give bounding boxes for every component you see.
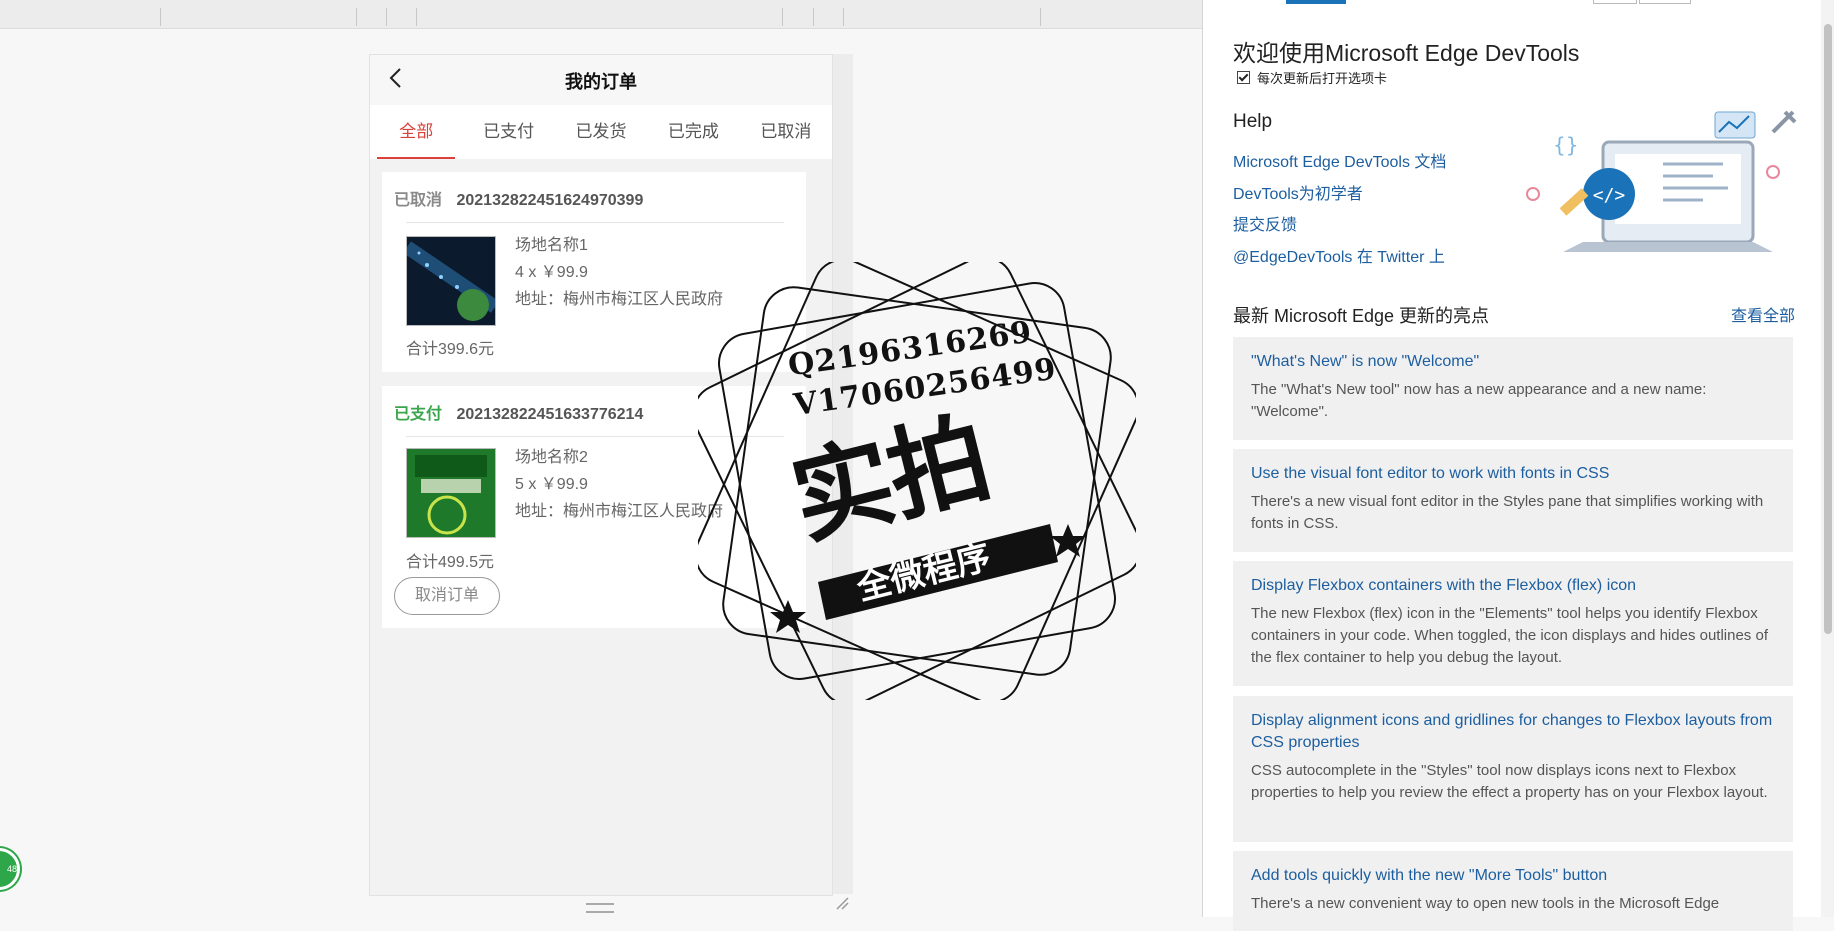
tab-all[interactable]: 全部 [370, 105, 462, 159]
venue-name: 场地名称2 [515, 449, 588, 466]
order-total: 合计399.6元 [406, 341, 495, 358]
qty-price: 5 x ￥99.9 [515, 476, 588, 493]
divider [406, 222, 784, 223]
ruler-tick [843, 8, 844, 26]
order-tabs: 全部 已支付 已发货 已完成 已取消 [370, 105, 832, 159]
device-toolbar-ruler [0, 0, 1202, 29]
devtools-illustration: </> {} [1526, 110, 1797, 252]
order-number: 202132822451633776214 [456, 406, 644, 423]
floating-badge[interactable]: 48 [0, 848, 20, 890]
venue-thumbnail [406, 236, 496, 326]
page-title: 我的订单 [565, 72, 637, 92]
see-all-link[interactable]: 查看全部 [1731, 302, 1795, 326]
news-card-body: The "What's New tool" now has a new appe… [1251, 381, 1707, 420]
welcome-title: 欢迎使用Microsoft Edge DevTools [1233, 40, 1580, 66]
order-card[interactable]: 已支付 202132822451633776214 场地名称2 5 x ￥99.… [382, 386, 806, 628]
cancel-order-button[interactable]: 取消订单 [394, 577, 500, 615]
checkbox-icon[interactable] [1237, 71, 1250, 84]
tab-completed[interactable]: 已完成 [647, 105, 739, 159]
news-card-title[interactable]: Display alignment icons and gridlines fo… [1251, 710, 1777, 754]
news-card-body: CSS autocomplete in the "Styles" tool no… [1251, 762, 1768, 801]
news-card[interactable]: Use the visual font editor to work with … [1233, 449, 1793, 552]
svg-text:</>: </> [1593, 185, 1626, 206]
venue-address: 地址：梅州市梅江区人民政府 [515, 291, 724, 308]
ruler-tick [1040, 8, 1041, 26]
mobile-viewport: 我的订单 全部 已支付 已发货 已完成 已取消 已取消 202132822451… [369, 54, 833, 896]
ruler-tick [782, 8, 783, 26]
toolbar-control[interactable] [1593, 0, 1637, 4]
devtools-panel: 欢迎使用Microsoft Edge DevTools 每次更新后打开选项卡 H… [1202, 0, 1834, 931]
news-card-body: There's a new convenient way to open new… [1251, 895, 1720, 912]
resize-handle[interactable] [586, 903, 614, 913]
news-card-body: There's a new visual font editor in the … [1251, 493, 1764, 532]
ruler-tick [160, 8, 161, 26]
qty-price: 4 x ￥99.9 [515, 264, 588, 281]
checkbox-label: 每次更新后打开选项卡 [1257, 71, 1388, 86]
help-heading: Help [1233, 111, 1273, 132]
news-card-title[interactable]: Display Flexbox containers with the Flex… [1251, 575, 1777, 597]
ruler-tick [356, 8, 357, 26]
link-feedback[interactable]: 提交反馈 [1233, 211, 1297, 235]
order-total: 合计499.5元 [406, 554, 495, 571]
resize-corner-icon[interactable] [835, 896, 849, 910]
tab-shipped[interactable]: 已发货 [555, 105, 647, 159]
order-item-info: 场地名称1 4 x ￥99.9 地址：梅州市梅江区人民政府 [515, 232, 723, 313]
link-devtools-beginners[interactable]: DevTools为初学者 [1233, 180, 1363, 204]
news-card-title[interactable]: Use the visual font editor to work with … [1251, 463, 1777, 485]
ruler-tick [386, 8, 387, 26]
tab-paid[interactable]: 已支付 [462, 105, 554, 159]
link-devtools-docs[interactable]: Microsoft Edge DevTools 文档 [1233, 148, 1446, 172]
devtools-tabbar [1203, 0, 1834, 6]
news-card[interactable]: Display alignment icons and gridlines fo… [1233, 696, 1793, 842]
venue-thumbnail [406, 448, 496, 538]
order-status: 已取消 [394, 192, 443, 209]
order-number: 202132822451624970399 [456, 192, 644, 209]
link-twitter[interactable]: @EdgeDevTools 在 Twitter 上 [1233, 243, 1445, 267]
active-tab-indicator [1286, 0, 1346, 4]
order-header: 已取消 202132822451624970399 [394, 186, 643, 210]
venue-address: 地址：梅州市梅江区人民政府 [515, 503, 724, 520]
toolbar-control[interactable] [1639, 0, 1691, 4]
scrollbar-thumb[interactable] [1824, 24, 1832, 634]
open-after-update-checkbox[interactable]: 每次更新后打开选项卡 [1237, 68, 1387, 87]
scrollbar[interactable] [1821, 0, 1834, 917]
ruler-tick [813, 8, 814, 26]
venue-name: 场地名称1 [515, 237, 588, 254]
divider [406, 436, 784, 437]
news-card[interactable]: "What's New" is now "Welcome" The "What'… [1233, 337, 1793, 440]
ruler-tick [416, 8, 417, 26]
news-card-title[interactable]: "What's New" is now "Welcome" [1251, 351, 1777, 373]
order-item-info: 场地名称2 5 x ￥99.9 地址：梅州市梅江区人民政府 [515, 444, 723, 525]
news-card-title[interactable]: Add tools quickly with the new "More Too… [1251, 865, 1777, 887]
svg-text:{}: {} [1553, 133, 1578, 157]
order-header: 已支付 202132822451633776214 [394, 400, 643, 424]
news-card[interactable]: Display Flexbox containers with the Flex… [1233, 561, 1793, 686]
news-card-body: The new Flexbox (flex) icon in the "Elem… [1251, 605, 1768, 666]
news-heading: 最新 Microsoft Edge 更新的亮点 [1233, 306, 1490, 326]
order-status: 已支付 [394, 406, 443, 423]
news-card[interactable]: Add tools quickly with the new "More Too… [1233, 851, 1793, 931]
tab-cancelled[interactable]: 已取消 [740, 105, 832, 159]
order-card[interactable]: 已取消 202132822451624970399 场地名称1 4 x ￥99.… [382, 172, 806, 372]
nav-bar: 我的订单 [370, 55, 832, 105]
